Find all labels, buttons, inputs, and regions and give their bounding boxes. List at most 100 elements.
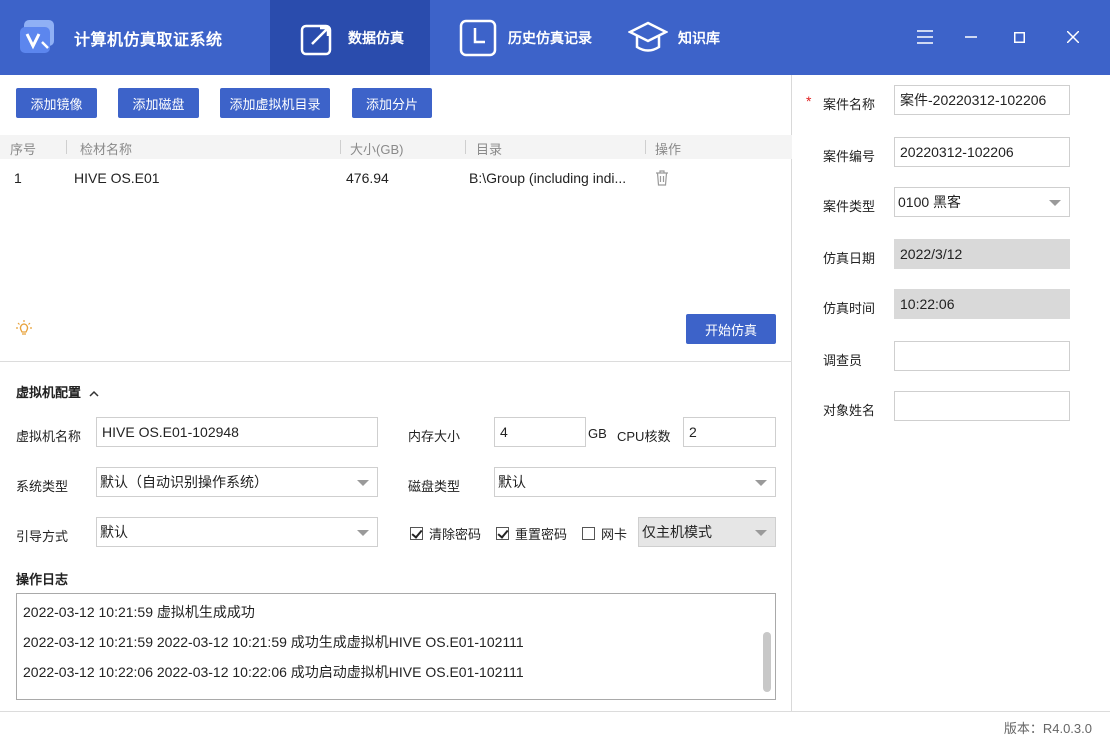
graduation-cap-icon [628, 21, 668, 52]
checkbox-box [496, 527, 509, 540]
add-vm-dir-button[interactable]: 添加虚拟机目录 [220, 88, 330, 118]
trash-icon[interactable] [655, 170, 669, 186]
tab-label: 知识库 [678, 29, 720, 46]
cpu-input[interactable]: 2 [683, 417, 776, 447]
minimize-icon [965, 36, 977, 38]
vm-config-title[interactable]: 虚拟机配置 [16, 382, 99, 401]
case-type-label: 案件类型 [823, 199, 876, 214]
table-row[interactable]: 1 HIVE OS.E01 476.94 B:\Group (including… [0, 163, 792, 191]
sim-time-label: 仿真时间 [823, 301, 876, 316]
version-text: 版本：R4.0.3.0 [1003, 721, 1092, 736]
status-bar: 版本：R4.0.3.0 [0, 711, 1110, 740]
case-name-label: 案件名称 [823, 97, 876, 112]
close-button[interactable] [1058, 22, 1088, 52]
column-header-name: 检材名称 [80, 142, 133, 157]
memory-unit: GB [588, 426, 607, 441]
boot-label: 引导方式 [16, 529, 69, 544]
log-title: 操作日志 [16, 572, 69, 587]
investigator-input[interactable] [894, 341, 1070, 371]
memory-input[interactable]: 4 [494, 417, 586, 447]
log-line: 2022-03-12 10:22:06 2022-03-12 10:22:06 … [23, 664, 524, 680]
vm-name-input[interactable]: HIVE OS.E01-102948 [96, 417, 378, 447]
nic-checkbox[interactable]: 网卡 [582, 524, 627, 543]
tab-knowledge[interactable]: 知识库 [628, 0, 738, 75]
cell-index: 1 [14, 170, 22, 186]
checkbox-box [582, 527, 595, 540]
subject-name-label: 对象姓名 [823, 403, 876, 418]
minimize-button[interactable] [956, 22, 986, 52]
column-header-dir: 目录 [476, 142, 503, 157]
reset-password-label: 重置密码 [515, 527, 568, 542]
tab-label: 数据仿真 [348, 29, 404, 46]
cell-dir: B:\Group (including indi... [469, 170, 627, 186]
investigator-label: 调查员 [823, 353, 863, 368]
log-scrollbar[interactable] [763, 632, 771, 692]
boot-value: 默认 [100, 524, 128, 540]
add-image-button[interactable]: 添加镜像 [16, 88, 97, 118]
disk-type-label: 磁盘类型 [408, 479, 461, 494]
operation-log[interactable]: 2022-03-12 10:21:59 虚拟机生成成功 2022-03-12 1… [16, 593, 776, 700]
log-line: 2022-03-12 10:21:59 虚拟机生成成功 [23, 604, 255, 620]
case-number-label: 案件编号 [823, 149, 876, 164]
os-type-label: 系统类型 [16, 479, 69, 494]
add-disk-button[interactable]: 添加磁盘 [118, 88, 199, 118]
nic-label: 网卡 [601, 527, 628, 542]
sim-date-field: 2022/3/12 [894, 239, 1070, 269]
memory-label: 内存大小 [408, 429, 461, 444]
hamburger-icon [917, 30, 933, 44]
sim-time-field: 10:22:06 [894, 289, 1070, 319]
disk-type-select[interactable]: 默认 [494, 467, 776, 497]
clock-icon [459, 19, 497, 56]
cell-size: 476.94 [346, 170, 389, 186]
subject-name-input[interactable] [894, 391, 1070, 421]
required-mark: * [806, 93, 812, 109]
maximize-icon [1013, 31, 1025, 43]
lightbulb-icon[interactable] [16, 320, 32, 336]
cpu-label: CPU核数 [617, 429, 671, 444]
cell-name: HIVE OS.E01 [74, 170, 160, 186]
log-line: 2022-03-12 10:21:59 2022-03-12 10:21:59 … [23, 634, 524, 650]
case-type-select[interactable]: 0100 黑客 [894, 187, 1070, 217]
clear-password-checkbox[interactable]: 清除密码 [410, 524, 481, 543]
close-icon [1067, 31, 1079, 43]
chevron-down-icon [755, 530, 767, 536]
title-bar: 计算机仿真取证系统 数据仿真 历史仿真记录 知识库 [0, 0, 1110, 75]
chevron-down-icon [357, 480, 369, 486]
add-partition-button[interactable]: 添加分片 [352, 88, 432, 118]
app-title: 计算机仿真取证系统 [74, 32, 223, 49]
vm-name-label: 虚拟机名称 [16, 429, 82, 444]
clear-password-label: 清除密码 [429, 527, 482, 542]
boot-select[interactable]: 默认 [96, 517, 378, 547]
simulation-panel: 添加镜像 添加磁盘 添加虚拟机目录 添加分片 序号 检材名称 大小(GB) 目录… [0, 75, 792, 711]
tab-history[interactable]: 历史仿真记录 [458, 0, 608, 75]
start-simulation-button[interactable]: 开始仿真 [686, 314, 776, 344]
app-logo-icon [20, 20, 54, 53]
maximize-button[interactable] [1004, 22, 1034, 52]
section-divider [0, 361, 792, 362]
column-separator[interactable] [645, 140, 646, 154]
chevron-down-icon [755, 480, 767, 486]
sim-date-label: 仿真日期 [823, 251, 876, 266]
os-type-value: 默认（自动识别操作系统） [100, 474, 268, 490]
column-separator[interactable] [340, 140, 341, 154]
export-arrow-icon [300, 24, 332, 55]
case-info-panel: * 案件名称 案件-20220312-102206 案件编号 20220312-… [793, 75, 1110, 711]
column-header-action: 操作 [655, 142, 682, 157]
column-separator[interactable] [66, 140, 67, 154]
vm-config-title-text: 虚拟机配置 [16, 385, 82, 400]
menu-button[interactable] [910, 22, 940, 52]
os-type-select[interactable]: 默认（自动识别操作系统） [96, 467, 378, 497]
chevron-down-icon [1049, 200, 1061, 206]
case-name-input[interactable]: 案件-20220312-102206 [894, 85, 1070, 115]
reset-password-checkbox[interactable]: 重置密码 [496, 524, 567, 543]
checkbox-box [410, 527, 423, 540]
nic-mode-select[interactable]: 仅主机模式 [638, 517, 776, 547]
column-header-size: 大小(GB) [350, 142, 404, 157]
tab-data-simulation[interactable]: 数据仿真 [270, 0, 430, 75]
chevron-up-icon [89, 390, 99, 397]
case-type-value: 0100 黑客 [898, 194, 962, 210]
column-separator[interactable] [465, 140, 466, 154]
case-number-input[interactable]: 20220312-102206 [894, 137, 1070, 167]
tab-label: 历史仿真记录 [508, 29, 592, 46]
chevron-down-icon [357, 530, 369, 536]
